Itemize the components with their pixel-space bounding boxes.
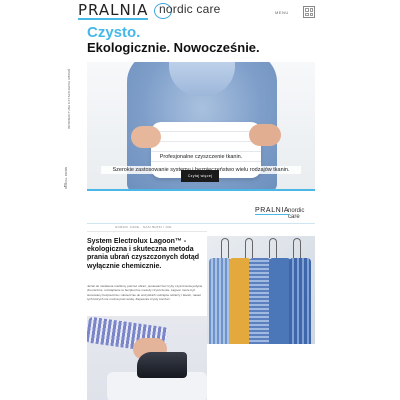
read-more-button[interactable]: Czytaj więcej (181, 170, 219, 182)
hero-image: Profesjonalne czyszczenie tkanin. Szerok… (87, 62, 315, 190)
menu-grid-cell (305, 8, 309, 12)
menu-label[interactable]: MENU (275, 10, 289, 15)
article-title: System Electrolux Lagoon™ - ekologiczna … (87, 238, 200, 270)
menu-grid-cell (309, 12, 313, 16)
menu-grid-cell (309, 8, 313, 12)
hero-caption-line-1: Profesjonalne czyszczenie tkanin. (155, 153, 247, 161)
hanging-shirt (249, 258, 271, 344)
pralnia-logo[interactable]: PRALNIA (78, 2, 148, 20)
hero-subtitle: Ekologicznie. Nowocześnie. (87, 40, 260, 55)
hanger-hook (293, 238, 301, 258)
ironing-image (87, 316, 207, 400)
hanging-shirt (269, 258, 291, 344)
hanger-hook (221, 238, 229, 258)
menu-grid-icon[interactable] (303, 6, 315, 18)
breadcrumb[interactable]: NORDIC CARE · NASI BŁĘKI I NIE (115, 225, 172, 229)
site-header: PRALNIA nordic care MENU (0, 0, 400, 22)
hanger-hook (245, 238, 253, 258)
nordic-care-logo[interactable]: nordic care (154, 3, 238, 20)
section-pralnia-logo[interactable]: PRALNIA (255, 207, 290, 215)
section-nordic-care-logo[interactable]: nordic care (288, 208, 317, 220)
hanging-shirt (289, 258, 311, 344)
hanging-shirt (209, 258, 231, 344)
hero-title: Czysto. (87, 24, 141, 41)
hero-right-hand (249, 124, 281, 146)
article-divider (87, 231, 207, 232)
article-body: Jeżeli do niedawna mieliśmy potrzeć ubra… (87, 284, 203, 302)
hanging-shirt (229, 258, 251, 344)
steam-iron (137, 352, 187, 378)
scroll-down-arrow-icon[interactable]: ↓ (63, 182, 69, 190)
menu-grid-cell (305, 12, 309, 16)
side-vertical-text: INNOWACYJNA CZYSZCZENIA UBRAŃ (64, 62, 71, 132)
nordic-care-logo-text: nordic care (159, 2, 221, 16)
shirts-on-hangers-image (207, 236, 315, 344)
hero-accent-bar (87, 189, 315, 191)
section-logos: PRALNIA nordic care (255, 207, 317, 220)
section-divider (87, 223, 315, 224)
hanger-hook (269, 238, 277, 258)
side-vertical-label: INNOWACYJNA CZYSZCZENIA UBRAŃ (67, 68, 71, 129)
